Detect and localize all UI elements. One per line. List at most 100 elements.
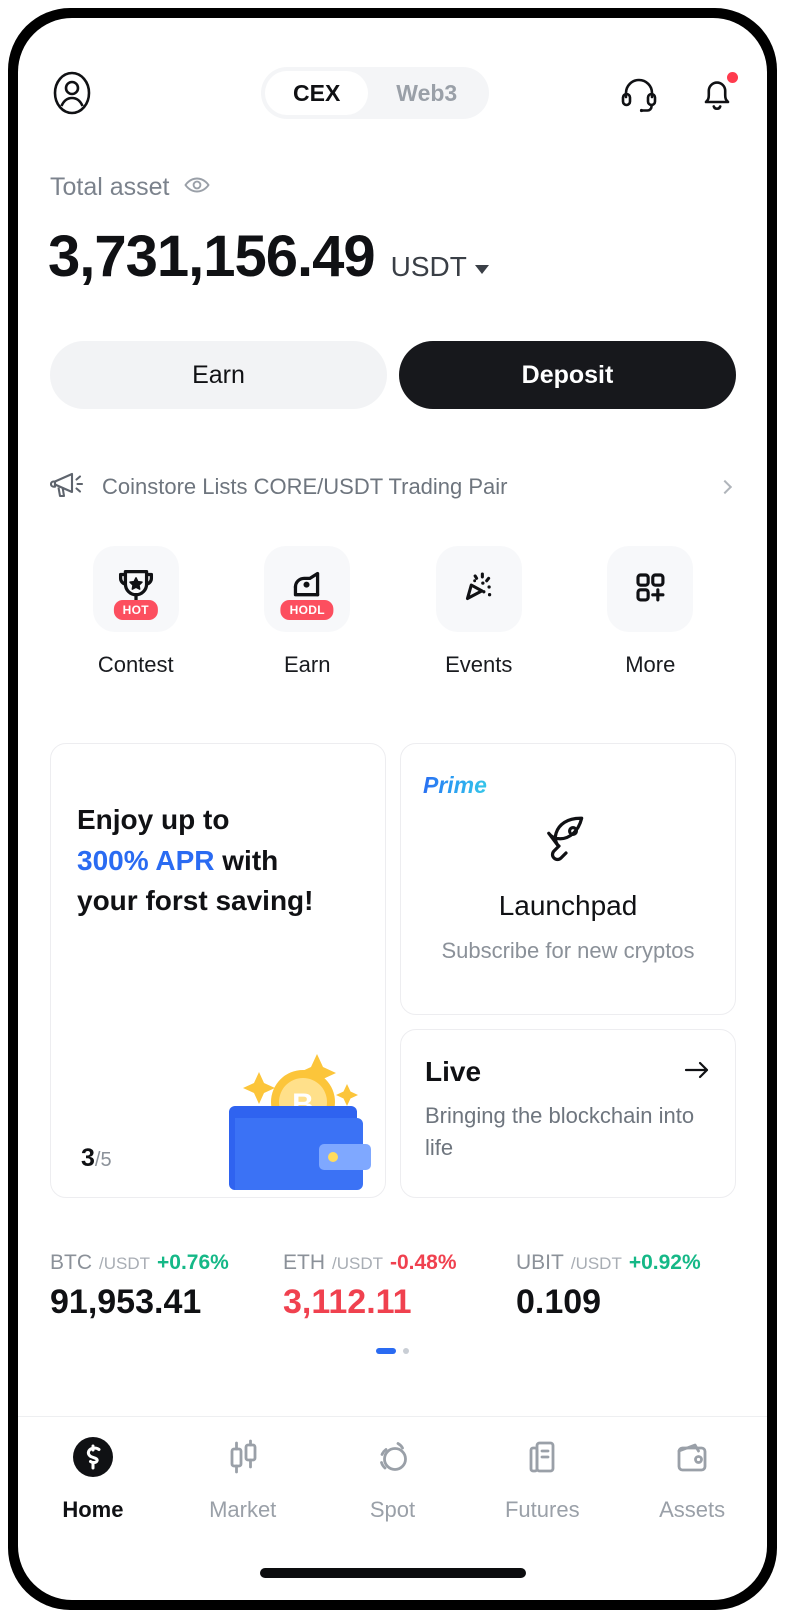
ticker-ubit-price: 0.109 — [516, 1283, 602, 1321]
quick-actions: HOT Contest HODL Earn Events More — [50, 546, 736, 678]
tab-cex[interactable]: CEX — [265, 71, 369, 115]
nav-item-spot[interactable]: Spot — [318, 1434, 468, 1523]
ticker-eth-base: ETH — [283, 1251, 325, 1274]
market-tickers: BTC /USDT +0.76% 91,953.41 ETH /USDT -0.… — [50, 1251, 750, 1322]
promo-counter: 3/5 — [81, 1144, 112, 1173]
tab-web3-label: Web3 — [396, 79, 458, 106]
deposit-button-label: Deposit — [521, 360, 614, 389]
nav-item-assets[interactable]: Assets — [617, 1434, 767, 1523]
ticker-btc-price: 91,953.41 — [50, 1283, 202, 1321]
home-indicator — [259, 1568, 526, 1578]
ticker-ubit-change: +0.92% — [628, 1251, 701, 1274]
pagination-dot-active[interactable] — [376, 1348, 396, 1354]
bell-icon[interactable] — [697, 72, 738, 113]
earn-button[interactable]: Earn — [50, 341, 387, 409]
total-asset-label: Total asset — [50, 173, 170, 201]
nav-item-home-label: Home — [62, 1497, 124, 1522]
currency-selector[interactable]: USDT — [391, 251, 489, 283]
total-asset-label-row: Total asset — [50, 173, 210, 202]
quick-action-more[interactable]: More — [565, 546, 737, 678]
ticker-btc[interactable]: BTC /USDT +0.76% 91,953.41 — [50, 1251, 283, 1322]
nav-item-home[interactable]: Home — [18, 1434, 168, 1523]
wallet-icon — [669, 1434, 715, 1485]
pagination-dot[interactable] — [403, 1348, 409, 1354]
eye-icon[interactable] — [183, 176, 210, 199]
announcement-text: Coinstore Lists CORE/USDT Trading Pair — [102, 474, 508, 499]
chevron-right-icon — [717, 479, 733, 495]
primary-actions: Earn Deposit — [50, 341, 736, 409]
launchpad-title: Launchpad — [498, 890, 638, 921]
quick-action-events[interactable]: Events — [393, 546, 565, 678]
arrow-right-icon — [683, 1059, 711, 1086]
promo-counter-current: 3 — [81, 1144, 95, 1172]
cex-web3-toggle[interactable]: CEX Web3 — [261, 67, 490, 119]
live-title: Live — [425, 1056, 482, 1087]
confetti-icon — [454, 562, 504, 617]
wallet-bitcoin-icon: B — [207, 1040, 377, 1195]
announcement-bar[interactable]: Coinstore Lists CORE/USDT Trading Pair — [49, 461, 736, 513]
live-card[interactable]: Live Bringing the blockchain into life — [400, 1029, 736, 1198]
headset-icon[interactable] — [619, 73, 659, 113]
prime-tag: Prime — [423, 772, 487, 798]
earn-button-label: Earn — [192, 360, 245, 389]
phone-screen: CEX Web3 Total asset 3,731,156.49 USDT E… — [18, 18, 767, 1600]
app-header: CEX Web3 — [18, 48, 767, 138]
nav-item-futures-label: Futures — [504, 1497, 580, 1522]
contest-badge: HOT — [113, 600, 158, 620]
promo-cards: Enjoy up to 300% APR with your forst sav… — [50, 743, 736, 1198]
ticker-ubit-base: UBIT — [516, 1251, 564, 1274]
ticker-btc-quote: /USDT — [99, 1254, 150, 1273]
promo-line-2-rest: with — [214, 844, 279, 876]
quick-action-events-label: Events — [445, 652, 513, 677]
currency-label: USDT — [390, 251, 467, 282]
user-circle-icon[interactable] — [48, 69, 96, 117]
deposit-button[interactable]: Deposit — [399, 341, 736, 409]
ticker-ubit[interactable]: UBIT /USDT +0.92% 0.109 — [516, 1251, 749, 1322]
ticker-ubit-quote: /USDT — [570, 1254, 622, 1273]
live-subtitle: Bringing the blockchain into life — [425, 1103, 695, 1160]
ticker-eth[interactable]: ETH /USDT -0.48% 3,112.11 — [283, 1251, 516, 1322]
tab-web3[interactable]: Web3 — [368, 71, 485, 115]
saving-promo-card[interactable]: Enjoy up to 300% APR with your forst sav… — [50, 743, 386, 1198]
candlestick-icon — [220, 1434, 266, 1485]
bottom-navigation: Home Market Spot Futures Assets — [18, 1416, 767, 1534]
megaphone-icon — [49, 470, 84, 505]
promo-line-1: Enjoy up to — [77, 804, 230, 835]
quick-action-earn[interactable]: HODL Earn — [222, 546, 394, 678]
ticker-eth-quote: /USDT — [332, 1254, 383, 1273]
phone-frame: CEX Web3 Total asset 3,731,156.49 USDT E… — [8, 8, 777, 1610]
launchpad-subtitle: Subscribe for new cryptos — [441, 938, 695, 963]
ticker-btc-change: +0.76% — [157, 1251, 229, 1274]
nav-item-market-label: Market — [209, 1497, 277, 1522]
nav-item-market[interactable]: Market — [168, 1434, 318, 1523]
nav-item-spot-label: Spot — [369, 1497, 416, 1522]
quick-action-contest[interactable]: HOT Contest — [50, 546, 222, 678]
quick-action-earn-label: Earn — [284, 652, 331, 677]
spot-swap-icon — [369, 1434, 415, 1485]
total-asset-value-row: 3,731,156.49 USDT — [48, 223, 489, 290]
contract-document-icon — [519, 1434, 565, 1485]
nav-item-assets-label: Assets — [659, 1497, 726, 1522]
nav-item-futures[interactable]: Futures — [467, 1434, 617, 1523]
promo-highlight: 300% APR — [77, 844, 215, 876]
contest-tile: HOT — [92, 546, 179, 632]
more-tile — [607, 546, 694, 632]
total-asset-amount: 3,731,156.49 — [48, 224, 376, 289]
tab-cex-label: CEX — [293, 79, 341, 106]
quick-action-more-label: More — [625, 652, 676, 677]
ticker-eth-price: 3,112.11 — [283, 1283, 412, 1321]
events-tile — [435, 546, 522, 632]
saving-promo-text: Enjoy up to 300% APR with your forst sav… — [77, 800, 313, 922]
coinstore-logo-icon — [70, 1434, 116, 1485]
promo-counter-total: /5 — [94, 1149, 112, 1171]
chevron-down-icon — [474, 264, 489, 274]
ticker-btc-base: BTC — [50, 1251, 92, 1274]
carousel-pagination[interactable] — [18, 1348, 767, 1354]
quick-action-contest-label: Contest — [97, 652, 174, 677]
grid-plus-icon — [626, 563, 674, 616]
earn-badge: HODL — [280, 600, 334, 620]
notification-dot — [727, 72, 738, 83]
ticker-eth-change: -0.48% — [390, 1251, 457, 1274]
rocket-icon — [540, 816, 596, 871]
prime-launchpad-card[interactable]: Prime Launchpad Subscribe for new crypto… — [400, 743, 736, 1015]
